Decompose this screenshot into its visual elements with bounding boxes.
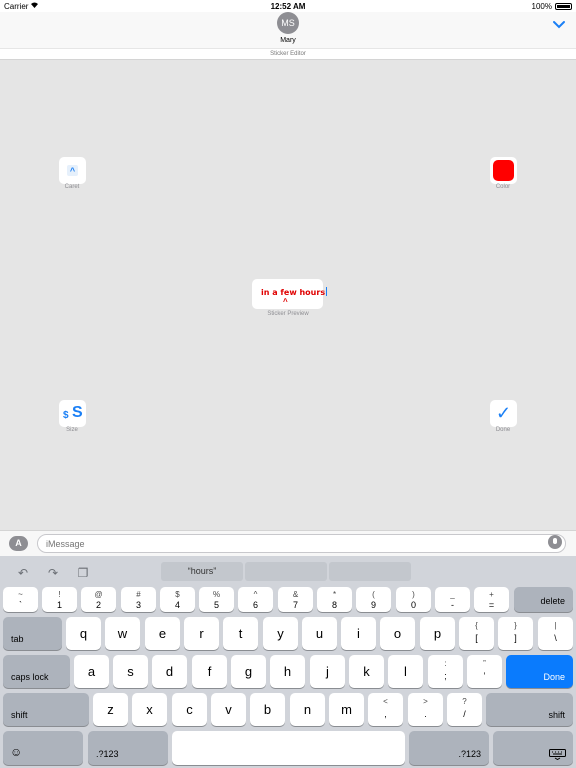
message-bar: A <box>0 530 576 556</box>
key-y[interactable]: y <box>263 617 298 650</box>
key-u[interactable]: u <box>302 617 337 650</box>
caret-button[interactable]: ^ <box>59 157 86 184</box>
contact-name[interactable]: Mary <box>0 37 576 44</box>
key-n[interactable]: n <box>290 693 325 726</box>
key-q[interactable]: q <box>66 617 101 650</box>
key-b[interactable]: b <box>250 693 285 726</box>
key-o[interactable]: o <box>380 617 415 650</box>
checkmark-icon: ✓ <box>495 403 512 423</box>
numbers-key-right[interactable]: .?123 <box>409 731 489 765</box>
tab-key[interactable]: tab <box>3 617 62 650</box>
key-grave[interactable]: ~ ` <box>3 587 38 612</box>
shift-right-key[interactable]: shift <box>486 693 573 726</box>
numbers-key-left[interactable]: .?123 <box>88 731 168 765</box>
space-key[interactable] <box>172 731 405 765</box>
key-minus[interactable]: _ - <box>435 587 470 612</box>
key-r[interactable]: r <box>184 617 219 650</box>
size-label: Size <box>66 427 78 433</box>
key-i[interactable]: i <box>341 617 376 650</box>
emoji-icon: ☺ <box>10 745 23 759</box>
key-k[interactable]: k <box>349 655 384 688</box>
dismiss-keyboard-key[interactable] <box>493 731 573 765</box>
color-swatch <box>493 160 514 181</box>
key-quote[interactable]: ”’ <box>467 655 502 688</box>
key-3[interactable]: #3 <box>121 587 156 612</box>
avatar[interactable]: MS <box>277 12 299 34</box>
appstore-icon[interactable]: A <box>9 536 28 551</box>
key-e[interactable]: e <box>145 617 180 650</box>
battery-icon <box>555 3 572 10</box>
subtitle-bar: Sticker Editor <box>0 48 576 60</box>
sticker-preview[interactable]: in a few hours ^ <box>252 279 328 309</box>
done-label: Done <box>495 427 511 433</box>
color-label: Color <box>495 184 511 190</box>
key-m[interactable]: m <box>329 693 364 726</box>
size-button[interactable]: $ S <box>59 400 86 427</box>
keyboard-icon <box>549 749 566 761</box>
done-button[interactable]: ✓ <box>490 400 517 427</box>
caret-icon: ^ <box>67 165 78 176</box>
key-h[interactable]: h <box>270 655 305 688</box>
sticker-editor-canvas: ^ Caret Color in a few hours ^ Sticker P… <box>0 60 576 530</box>
key-2[interactable]: @2 <box>81 587 116 612</box>
key-4[interactable]: $4 <box>160 587 195 612</box>
delete-key[interactable]: delete <box>514 587 573 612</box>
caret-label: Caret <box>64 184 80 190</box>
key-g[interactable]: g <box>231 655 266 688</box>
suggestion-3[interactable] <box>329 562 411 581</box>
caps-lock-key[interactable]: caps lock <box>3 655 70 688</box>
key-a[interactable]: a <box>74 655 109 688</box>
key-period[interactable]: >. <box>408 693 443 726</box>
paste-icon[interactable]: ❐ <box>76 566 90 580</box>
key-0[interactable]: ) 0 <box>396 587 431 612</box>
text-cursor <box>326 287 328 296</box>
key-8[interactable]: * 8 <box>317 587 352 612</box>
key-pipe[interactable]: | \ <box>538 617 573 650</box>
preview-caret: ^ <box>283 297 288 306</box>
key-f[interactable]: f <box>192 655 227 688</box>
suggestion-1[interactable]: “hours” <box>161 562 243 581</box>
key-9[interactable]: (9 <box>356 587 391 612</box>
status-time: 12:52 AM <box>270 2 306 11</box>
shift-left-key[interactable]: shift <box>3 693 89 726</box>
key-c[interactable]: c <box>172 693 207 726</box>
emoji-key[interactable]: ☺ <box>3 731 83 765</box>
size-icon: $ S <box>63 404 83 421</box>
key-x[interactable]: x <box>132 693 167 726</box>
page-title: Sticker Editor <box>270 51 306 57</box>
key-z[interactable]: z <box>93 693 128 726</box>
key-left-brace[interactable]: {[ <box>459 617 494 650</box>
color-button[interactable] <box>490 157 517 184</box>
key-s[interactable]: s <box>113 655 148 688</box>
key-p[interactable]: p <box>420 617 455 650</box>
chevron-down-icon[interactable] <box>551 17 567 31</box>
key-7[interactable]: & 7 <box>278 587 313 612</box>
key-1[interactable]: ! 1 <box>42 587 77 612</box>
preview-label: Sticker Preview <box>267 311 309 317</box>
key-equals[interactable]: + = <box>474 587 509 612</box>
undo-icon[interactable]: ↶ <box>16 566 30 580</box>
message-input[interactable] <box>37 534 566 553</box>
suggestion-2[interactable] <box>245 562 327 581</box>
status-bar: Carrier 12:52 AM 100% <box>0 0 576 12</box>
key-v[interactable]: v <box>211 693 246 726</box>
key-5[interactable]: % 5 <box>199 587 234 612</box>
microphone-icon[interactable] <box>548 535 562 549</box>
key-right-brace[interactable]: }] <box>498 617 533 650</box>
key-t[interactable]: t <box>223 617 258 650</box>
redo-icon[interactable]: ↷ <box>46 566 60 580</box>
key-j[interactable]: j <box>310 655 345 688</box>
key-slash[interactable]: ? / <box>447 693 482 726</box>
preview-text: in a few hours <box>261 287 328 297</box>
key-semicolon[interactable]: :; <box>428 655 463 688</box>
key-w[interactable]: w <box>105 617 140 650</box>
conversation-header: MS Mary <box>0 12 576 48</box>
key-l[interactable]: l <box>388 655 423 688</box>
key-6[interactable]: ^ 6 <box>238 587 273 612</box>
done-key[interactable]: Done <box>506 655 573 688</box>
battery-percent: 100% <box>531 2 552 11</box>
key-d[interactable]: d <box>152 655 187 688</box>
key-comma[interactable]: <, <box>368 693 403 726</box>
